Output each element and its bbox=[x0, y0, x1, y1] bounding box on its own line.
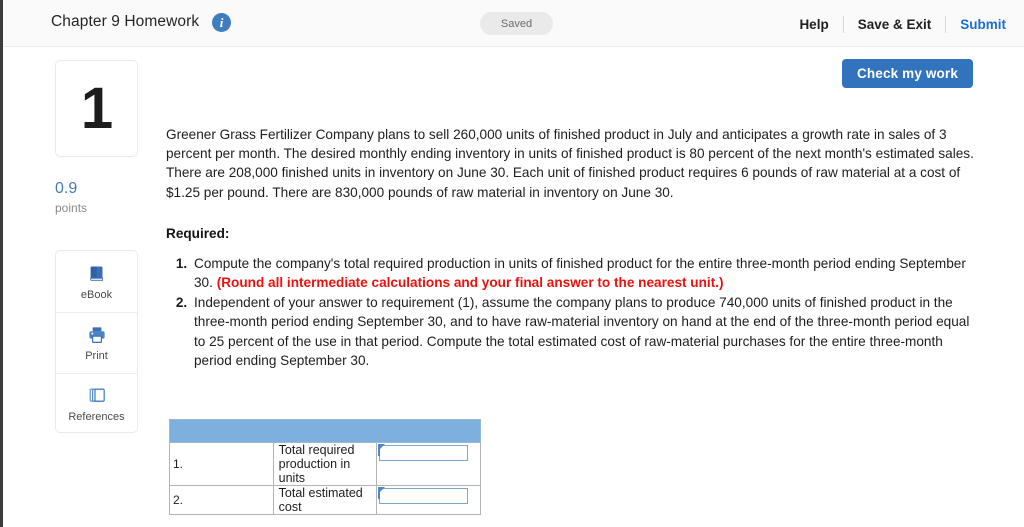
tools-panel: eBook Print References bbox=[55, 250, 138, 433]
printer-icon bbox=[86, 324, 108, 346]
requirement-text: Independent of your answer to requiremen… bbox=[194, 295, 970, 368]
question-number-card: 1 bbox=[55, 60, 138, 157]
submit-button[interactable]: Submit bbox=[946, 17, 1006, 32]
requirements-list: Compute the company's total required pro… bbox=[166, 254, 981, 370]
rounding-note: (Round all intermediate calculations and… bbox=[216, 275, 724, 291]
answer-input-2[interactable] bbox=[379, 488, 469, 504]
table-header-row bbox=[169, 419, 481, 443]
info-icon[interactable]: i bbox=[212, 13, 231, 32]
references-label: References bbox=[68, 411, 125, 423]
print-button[interactable]: Print bbox=[56, 312, 137, 373]
answer-table: 1. Total required production in units 2.… bbox=[169, 419, 481, 515]
references-button[interactable]: References bbox=[56, 373, 137, 434]
save-and-exit-button[interactable]: Save & Exit bbox=[844, 17, 946, 32]
print-label: Print bbox=[85, 350, 108, 362]
book-icon bbox=[86, 263, 108, 285]
ebook-label: eBook bbox=[80, 288, 113, 301]
flag-marker-icon bbox=[378, 487, 386, 494]
row-number: 1. bbox=[169, 442, 274, 486]
ebook-button[interactable]: eBook bbox=[56, 251, 137, 312]
list-item: Independent of your answer to requiremen… bbox=[191, 293, 981, 370]
status-badge-saved: Saved bbox=[480, 12, 553, 35]
question-number: 1 bbox=[80, 75, 113, 141]
points-value: 0.9 bbox=[55, 180, 78, 197]
top-bar: Chapter 9 Homework i Saved Help Save & E… bbox=[3, 0, 1024, 47]
answer-cell[interactable] bbox=[376, 442, 481, 486]
row-label: Total estimated cost bbox=[272, 485, 378, 515]
help-button[interactable]: Help bbox=[785, 17, 842, 32]
copy-pages-icon bbox=[86, 385, 108, 407]
check-my-work-button[interactable]: Check my work bbox=[842, 59, 973, 88]
flag-marker-icon bbox=[378, 444, 386, 451]
table-row: 2. Total estimated cost bbox=[169, 485, 481, 515]
answer-cell[interactable] bbox=[376, 485, 481, 515]
list-item: Compute the company's total required pro… bbox=[191, 254, 981, 292]
table-header-bar bbox=[169, 419, 481, 443]
homework-page: Chapter 9 Homework i Saved Help Save & E… bbox=[0, 0, 1024, 527]
question-body: Greener Grass Fertilizer Company plans t… bbox=[166, 127, 974, 200]
top-bar-actions: Help Save & Exit Submit bbox=[785, 14, 1006, 34]
points-label: points bbox=[55, 201, 88, 215]
required-heading: Required: bbox=[166, 225, 230, 241]
answer-input-1[interactable] bbox=[379, 445, 469, 461]
answer-table-wrapper: 1. Total required production in units 2.… bbox=[169, 419, 481, 515]
question-content: Greener Grass Fertilizer Company plans t… bbox=[166, 125, 981, 371]
row-number: 2. bbox=[169, 485, 274, 515]
row-label: Total required production in units bbox=[272, 442, 378, 486]
page-title: Chapter 9 Homework bbox=[51, 13, 200, 30]
table-row: 1. Total required production in units bbox=[169, 442, 481, 486]
